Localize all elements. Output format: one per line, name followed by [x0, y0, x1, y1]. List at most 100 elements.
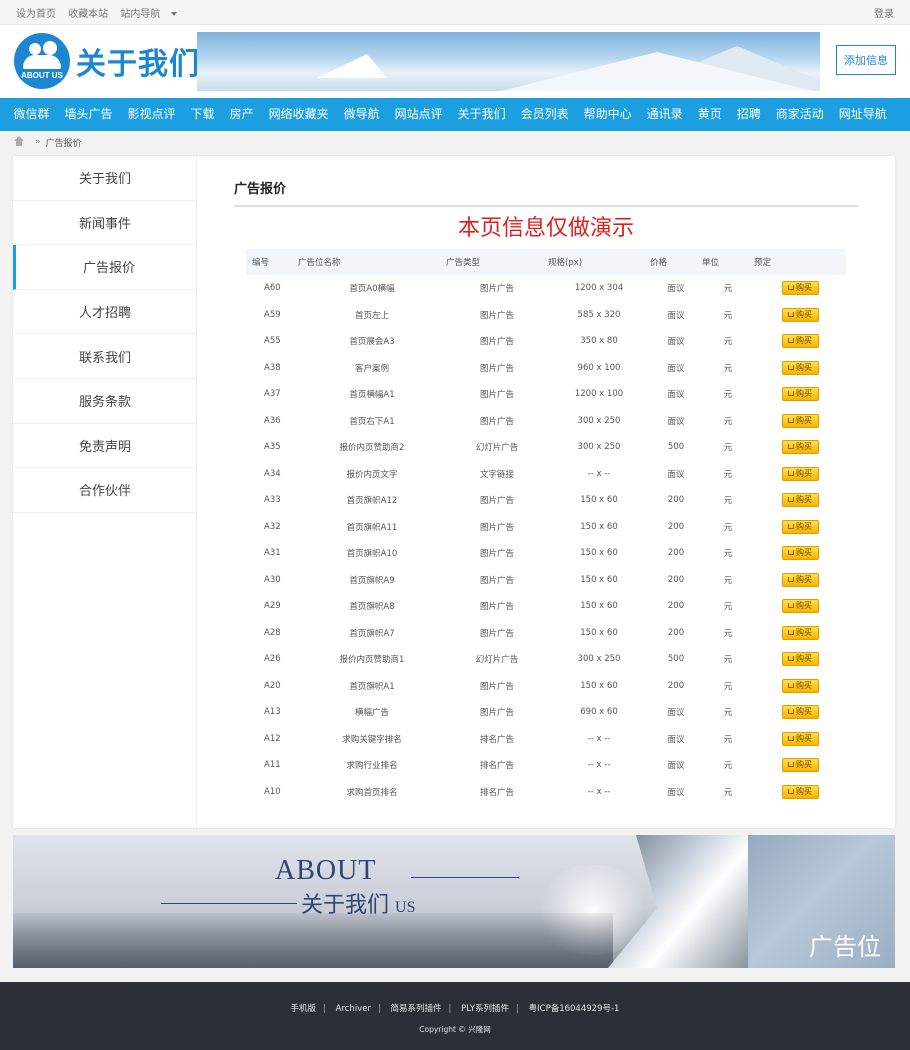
site-logo[interactable]: ABOUT US 关于我们 [14, 33, 200, 89]
top-bar: 设为首页 收藏本站 站内导航 登录 [0, 0, 910, 25]
buy-button[interactable]: 购买 [781, 360, 819, 375]
buy-label: 购买 [796, 786, 812, 796]
buy-button[interactable]: 购买 [781, 652, 819, 667]
add-info-button[interactable]: 添加信息 [836, 45, 896, 75]
cell-type: 图片广告 [479, 628, 514, 639]
cell-type: 图片广告 [479, 284, 514, 295]
cell-size: 150 x 60 [580, 680, 618, 691]
nav-item[interactable]: 通讯录 [639, 98, 690, 131]
footer-link-simple-plugins[interactable]: 简易系列插件 [391, 1004, 442, 1014]
buy-button[interactable]: 购买 [781, 572, 819, 587]
footer-link-icp[interactable]: 粤ICP备16044929号-1 [529, 1004, 620, 1014]
cell-book: 购买 [754, 302, 846, 329]
cell-size: 300 x 250 [577, 654, 621, 665]
cell-type: 排名广告 [479, 761, 514, 772]
cell-name: 报价内页文字 [346, 469, 398, 480]
nav-item[interactable]: 影视点评 [120, 98, 183, 131]
buy-button[interactable]: 购买 [781, 758, 819, 773]
buy-button[interactable]: 购买 [781, 334, 819, 349]
cell-size: 150 x 60 [580, 548, 618, 559]
buy-button[interactable]: 购买 [781, 281, 819, 296]
cell-type: 图片广告 [479, 602, 514, 613]
nav-item[interactable]: 微信群 [6, 98, 57, 131]
buy-button[interactable]: 购买 [781, 731, 819, 746]
site-nav-dropdown[interactable]: 站内导航 [120, 9, 178, 20]
buy-button[interactable]: 购买 [781, 705, 819, 720]
header: ABOUT US 关于我们 添加信息 [0, 25, 910, 98]
sidebar-item-contact[interactable]: 联系我们 [13, 334, 196, 379]
cell-name: 求购行业排名 [346, 761, 398, 772]
nav-item[interactable]: 黄页 [690, 98, 729, 131]
sidebar-item-terms[interactable]: 服务条款 [13, 379, 196, 424]
nav-item[interactable]: 网站点评 [387, 98, 450, 131]
cell-book: 购买 [754, 514, 846, 541]
cell-unit: 元 [723, 628, 733, 639]
buy-button[interactable]: 购买 [781, 387, 819, 402]
cell-name: 横幅广告 [354, 708, 389, 719]
cell-id: A28 [264, 627, 281, 638]
login-link[interactable]: 登录 [874, 5, 894, 20]
sidebar-item-disclaimer[interactable]: 免责声明 [13, 424, 196, 469]
table-row: A60 首页A0横幅 图片广告 1200 x 304 面议 元 购买 [246, 275, 846, 302]
table-row: A26 报价内页赞助商1 幻灯片广告 300 x 250 500 元 购买 [246, 646, 846, 673]
buy-button[interactable]: 购买 [781, 678, 819, 693]
copyright: Copyright © 兴隆网 [419, 1025, 491, 1034]
buy-button[interactable]: 购买 [781, 466, 819, 481]
cart-icon [788, 417, 794, 423]
table-row: A34 报价内页文字 文字链接 -- x -- 面议 元 购买 [246, 461, 846, 488]
sidebar-item-jobs[interactable]: 人才招聘 [13, 290, 196, 335]
nav-item[interactable]: 房产 [222, 98, 261, 131]
cell-unit: 元 [723, 655, 733, 666]
footer-link-mobile[interactable]: 手机版 [291, 1004, 317, 1014]
cell-name: 求购关键字排名 [342, 734, 402, 745]
footer-link-archiver[interactable]: Archiver [336, 1004, 371, 1014]
breadcrumb-current: 广告报价 [45, 138, 82, 149]
table-row: A10 求购首页排名 排名广告 -- x -- 面议 元 购买 [246, 779, 846, 806]
nav-item[interactable]: 墙头广告 [57, 98, 120, 131]
cart-icon [788, 656, 794, 662]
buy-button[interactable]: 购买 [781, 546, 819, 561]
cell-unit: 元 [723, 443, 733, 454]
set-homepage-link[interactable]: 设为首页 [16, 9, 56, 20]
buy-button[interactable]: 购买 [781, 519, 819, 534]
table-row: A30 首页旗帜A9 图片广告 150 x 60 200 元 购买 [246, 567, 846, 594]
nav-item[interactable]: 微导航 [336, 98, 387, 131]
footer-link-ply-plugins[interactable]: PLY系列插件 [461, 1004, 509, 1014]
bookmark-link[interactable]: 收藏本站 [68, 9, 108, 20]
nav-item[interactable]: 下载 [183, 98, 222, 131]
table-row: A36 首页右下A1 图片广告 300 x 250 面议 元 购买 [246, 408, 846, 435]
buy-button[interactable]: 购买 [781, 307, 819, 322]
buy-button[interactable]: 购买 [781, 493, 819, 508]
ad-slot-label[interactable]: 广告位 [809, 927, 881, 962]
cell-unit: 元 [723, 575, 733, 586]
table-row: A33 首页旗帜A12 图片广告 150 x 60 200 元 购买 [246, 487, 846, 514]
nav-item[interactable]: 商家活动 [768, 98, 831, 131]
buy-button[interactable]: 购买 [781, 599, 819, 614]
buy-button[interactable]: 购买 [781, 413, 819, 428]
nav-item-active[interactable]: 关于我们 [450, 98, 513, 131]
buy-button[interactable]: 购买 [781, 784, 819, 799]
cell-name: 首页展会A3 [349, 337, 395, 348]
home-icon[interactable] [14, 136, 24, 146]
cell-type: 图片广告 [479, 681, 514, 692]
top-links: 设为首页 收藏本站 站内导航 [16, 5, 186, 20]
cart-icon [788, 788, 794, 794]
nav-item[interactable]: 招聘 [729, 98, 768, 131]
nav-item[interactable]: 会员列表 [513, 98, 576, 131]
buy-label: 购买 [796, 707, 812, 717]
buy-button[interactable]: 购买 [781, 625, 819, 640]
cell-price: 面议 [667, 708, 685, 719]
cell-type: 图片广告 [479, 310, 514, 321]
sidebar-item-about[interactable]: 关于我们 [13, 156, 196, 201]
about-banner: ABOUT 关于我们 US 广告位 [13, 835, 895, 968]
sidebar-item-partners[interactable]: 合作伙伴 [13, 468, 196, 513]
nav-item[interactable]: 帮助中心 [576, 98, 639, 131]
buy-button[interactable]: 购买 [781, 440, 819, 455]
cart-icon [788, 470, 794, 476]
main-nav: 微信群 墙头广告 影视点评 下载 房产 网络收藏夹 微导航 网站点评 关于我们 … [0, 98, 910, 131]
sidebar-item-ad-pricing[interactable]: 广告报价 [13, 245, 196, 290]
nav-item[interactable]: 网络收藏夹 [261, 98, 336, 131]
nav-item[interactable]: 网址导航 [831, 98, 894, 131]
sidebar-item-news[interactable]: 新闻事件 [13, 201, 196, 246]
cell-name: 首页横幅A1 [349, 390, 395, 401]
